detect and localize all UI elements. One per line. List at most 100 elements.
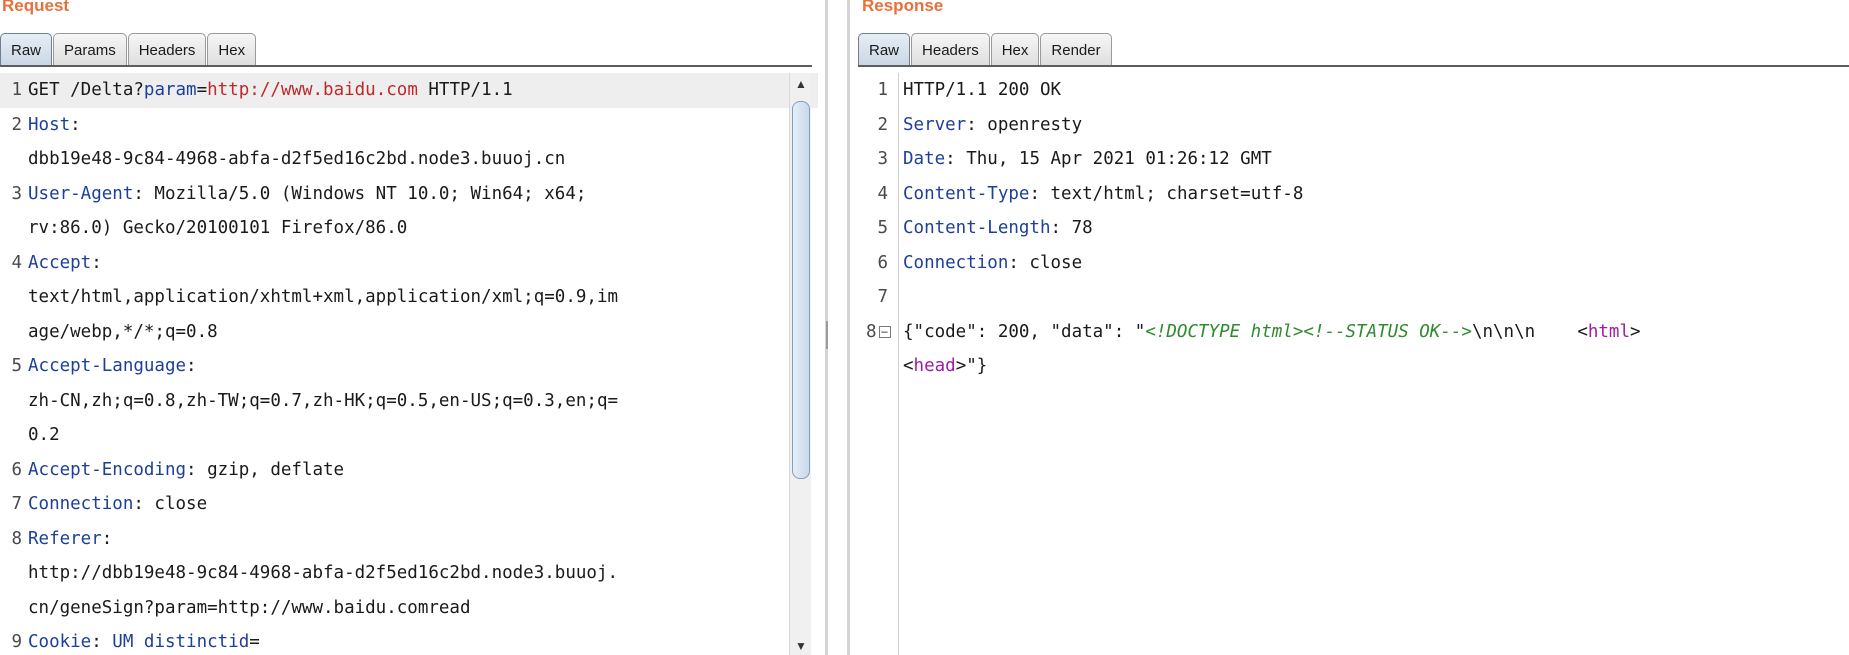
code-token: : 78 <box>1050 218 1093 238</box>
code-text: Accept: <box>28 246 102 281</box>
code-text: Date: Thu, 15 Apr 2021 01:26:12 GMT <box>903 142 1272 177</box>
request-code-line[interactable]: 5 Accept-Language: <box>0 349 818 384</box>
response-code-line[interactable]: 5 Content-Length: 78 <box>858 211 1849 246</box>
code-text: Accept-Encoding: gzip, deflate <box>28 453 344 488</box>
code-token: Host <box>28 114 71 135</box>
code-text: <head>"} <box>903 349 987 384</box>
response-tab-hex[interactable]: Hex <box>990 33 1040 66</box>
scroll-down-arrow-icon[interactable]: ▼ <box>790 637 812 655</box>
line-number: 9 <box>11 632 22 652</box>
response-panel: Response Raw Headers Hex Render 1 HTTP/1.… <box>858 0 1849 655</box>
code-token: Content-Length <box>903 218 1051 238</box>
request-tab-underline <box>0 65 812 67</box>
request-scrollbar[interactable]: ▲ ▼ <box>789 73 811 655</box>
divider-grip[interactable] <box>826 321 828 349</box>
request-code-line[interactable]: 2 Host: <box>0 108 818 143</box>
code-token: < <box>1577 321 1588 342</box>
request-code-line[interactable]: 8 Referer: <box>0 522 818 557</box>
request-code-line[interactable]: age/webp,*/*;q=0.8 <box>0 315 818 350</box>
line-number: 3 <box>877 149 888 169</box>
code-token: : close <box>1008 252 1083 273</box>
code-text: Referer: <box>28 522 112 557</box>
code-token: > <box>1630 321 1641 342</box>
request-tab-raw[interactable]: Raw <box>0 33 53 66</box>
response-tab-render[interactable]: Render <box>1040 33 1112 66</box>
code-token: Connection <box>903 252 1009 273</box>
line-number: 6 <box>877 252 888 273</box>
code-token: : Thu, 15 Apr 2021 01:26:12 GMT <box>945 149 1272 169</box>
code-text: Cookie: UM distinctid= <box>28 625 260 655</box>
code-token: <!DOCTYPE html><!--STATUS OK--> <box>1145 321 1472 342</box>
response-code-line[interactable]: 7 <box>858 280 1849 315</box>
code-token: Accept <box>28 252 92 273</box>
response-code-line[interactable]: 1 HTTP/1.1 200 OK <box>858 73 1849 108</box>
code-text: Server: openresty <box>903 108 1082 143</box>
line-number: 4 <box>11 252 22 273</box>
code-token: : <box>91 632 113 652</box>
request-code-line[interactable]: 7 Connection: close <box>0 487 818 522</box>
code-text: Connection: close <box>903 246 1082 281</box>
response-tabs: Raw Headers Hex Render <box>858 31 1113 66</box>
line-number: 7 <box>11 494 22 514</box>
code-token: age/webp,*/*;q=0.8 <box>28 321 218 342</box>
code-token: Content-Type <box>903 183 1030 204</box>
code-token: : <box>186 356 197 376</box>
code-token: rv:86.0) Gecko/20100101 Firefox/86.0 <box>28 218 408 238</box>
response-code-line[interactable]: 8− {"code": 200, "data": "<!DOCTYPE html>… <box>858 315 1849 350</box>
code-token: Accept-Encoding <box>28 459 187 480</box>
code-token: Connection <box>28 494 134 514</box>
code-token: Referer <box>28 528 102 549</box>
request-code-line[interactable]: 3 User-Agent: Mozilla/5.0 (Windows NT 10.… <box>0 177 818 212</box>
code-token: cn/geneSign?param=http://www.baidu.comre… <box>28 597 471 618</box>
response-code-line[interactable]: 6 Connection: close <box>858 246 1849 281</box>
request-code-line[interactable]: dbb19e48-9c84-4968-abfa-d2f5ed16c2bd.nod… <box>0 142 818 177</box>
code-text: text/html,application/xhtml+xml,applicat… <box>28 280 618 315</box>
request-code-line[interactable]: 4 Accept: <box>0 246 818 281</box>
request-code-line[interactable]: text/html,application/xhtml+xml,applicat… <box>0 280 818 315</box>
scrollbar-thumb[interactable] <box>792 101 810 479</box>
code-token: : <box>101 528 113 549</box>
request-code-line[interactable]: rv:86.0) Gecko/20100101 Firefox/86.0 <box>0 211 818 246</box>
fold-toggle-icon[interactable]: − <box>878 325 891 338</box>
request-tab-headers[interactable]: Headers <box>127 33 207 66</box>
code-text: GET /Delta?param=http://www.baidu.com HT… <box>28 73 513 108</box>
code-token: head <box>913 356 956 376</box>
split-pane-divider[interactable] <box>820 0 856 655</box>
code-token: : Mozilla/5.0 (Windows NT 10.0; Win64; x… <box>133 183 587 204</box>
request-code-line[interactable]: zh-CN,zh;q=0.8,zh-TW;q=0.7,zh-HK;q=0.5,e… <box>0 384 818 419</box>
response-tab-underline <box>858 65 1849 67</box>
response-code-line[interactable]: <head>"} <box>858 349 1849 384</box>
request-code-line[interactable]: cn/geneSign?param=http://www.baidu.comre… <box>0 591 818 626</box>
response-tab-headers[interactable]: Headers <box>911 33 990 66</box>
code-token: = <box>249 632 260 652</box>
divider-bar-right <box>847 0 850 655</box>
request-code-line[interactable]: 1 GET /Delta?param=http://www.baidu.com H… <box>0 73 818 108</box>
response-code-line[interactable]: 3 Date: Thu, 15 Apr 2021 01:26:12 GMT <box>858 142 1849 177</box>
code-token: : openresty <box>966 114 1083 135</box>
request-code-line[interactable]: 0.2 <box>0 418 818 453</box>
code-token: Accept-Language <box>28 356 187 376</box>
code-token: 0.2 <box>28 425 60 445</box>
line-number: 5 <box>11 356 22 376</box>
request-tab-params[interactable]: Params <box>53 33 127 66</box>
request-tabs: Raw Params Headers Hex <box>0 31 257 66</box>
code-text: age/webp,*/*;q=0.8 <box>28 315 218 350</box>
code-token: : <box>91 252 102 273</box>
code-text: Host: <box>28 108 81 143</box>
line-number: 1 <box>877 80 888 100</box>
code-text: Connection: close <box>28 487 207 522</box>
request-tab-hex[interactable]: Hex <box>207 33 257 66</box>
response-code-line[interactable]: 4 Content-Type: text/html; charset=utf-8 <box>858 177 1849 212</box>
response-tab-raw[interactable]: Raw <box>858 33 911 66</box>
code-token: zh-CN,zh;q=0.8,zh-TW;q=0.7,zh-HK;q=0.5,e… <box>28 390 619 411</box>
response-editor[interactable]: 1 HTTP/1.1 200 OK 2 Server: openresty 3 Date:… <box>858 73 1849 655</box>
code-token: = <box>196 80 208 100</box>
line-number: 2 <box>877 114 888 135</box>
request-code-line[interactable]: 9 Cookie: UM distinctid= <box>0 625 818 655</box>
request-title: Request <box>2 0 70 15</box>
request-editor[interactable]: 1 GET /Delta?param=http://www.baidu.com H… <box>0 73 818 655</box>
request-code-line[interactable]: http://dbb19e48-9c84-4968-abfa-d2f5ed16c… <box>0 556 818 591</box>
response-code-line[interactable]: 2 Server: openresty <box>858 108 1849 143</box>
request-code-line[interactable]: 6 Accept-Encoding: gzip, deflate <box>0 453 818 488</box>
scroll-up-arrow-icon[interactable]: ▲ <box>790 75 812 93</box>
